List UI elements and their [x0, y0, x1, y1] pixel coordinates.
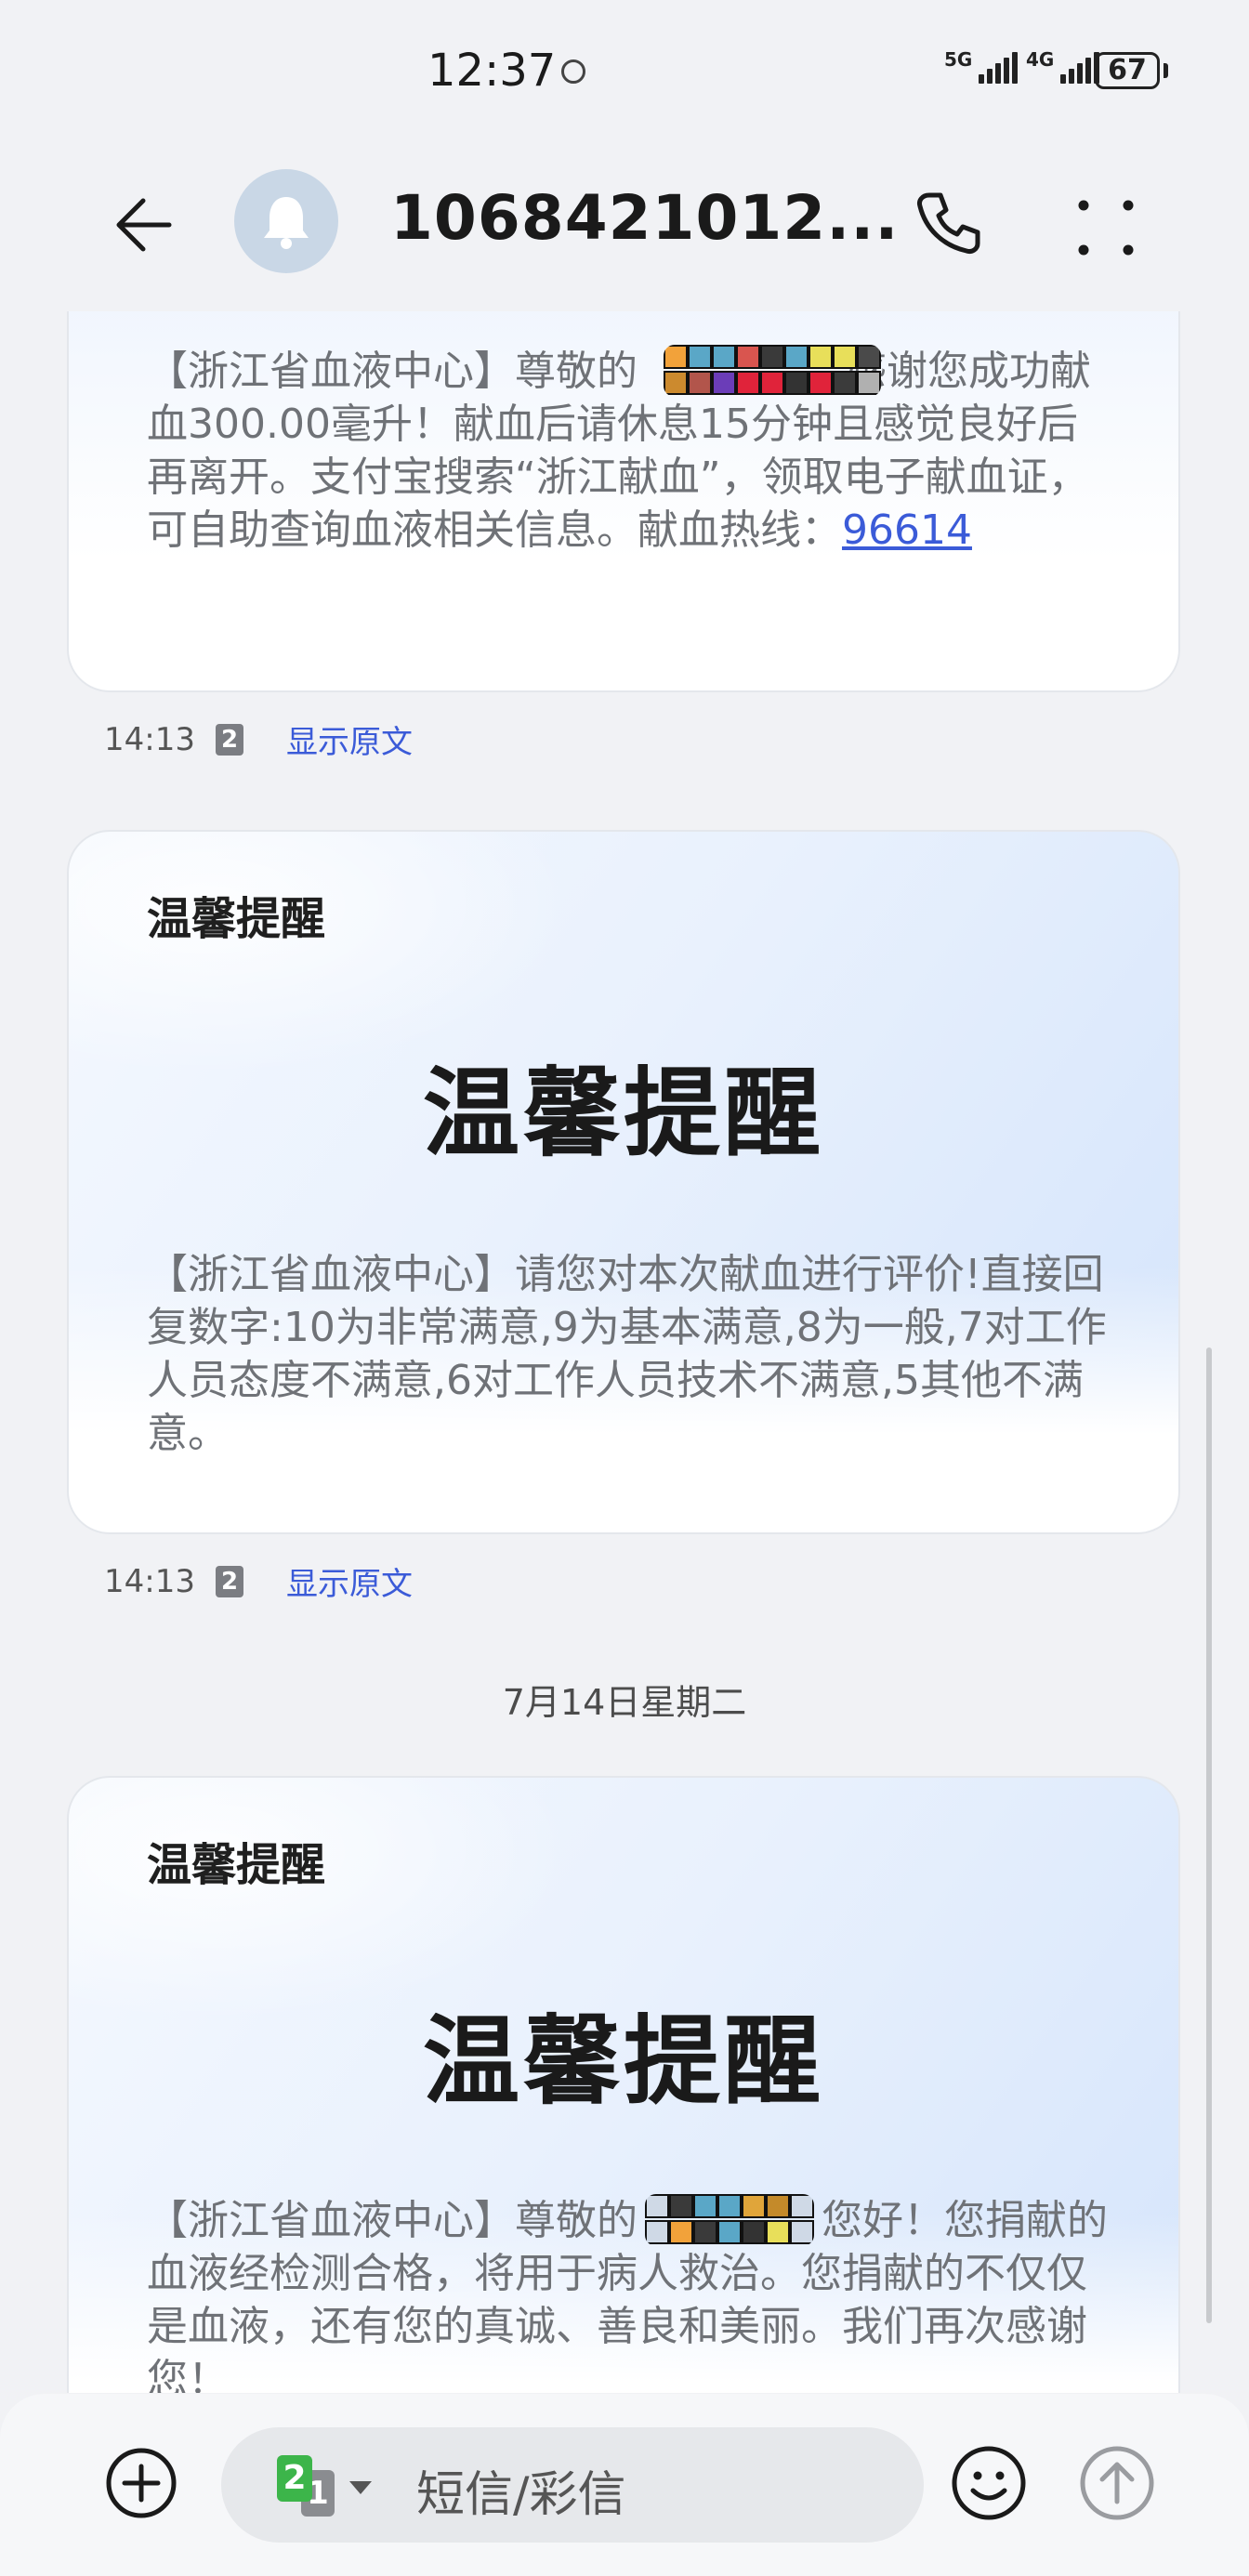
alarm-icon	[561, 59, 585, 84]
message-text: 【浙江省血液中心】尊敬的 感谢您成功献血300.00毫升！献血后请休息15分钟且感…	[147, 348, 1091, 554]
send-icon[interactable]	[1078, 2444, 1156, 2522]
scrollbar[interactable]	[1206, 1347, 1212, 2323]
show-original-link[interactable]: 显示原文	[286, 1558, 413, 1604]
add-attachment-icon[interactable]	[104, 2446, 178, 2520]
conversation-header: 1068421012...	[0, 149, 1249, 311]
card-label: 温馨提醒	[147, 893, 326, 945]
back-arrow-icon[interactable]	[102, 188, 177, 262]
message-bubble[interactable]: 【浙江省血液中心】尊敬的 感谢您成功献血300.00毫升！献血后请休息15分钟且感…	[67, 311, 1180, 692]
battery-icon: 67	[1095, 52, 1160, 89]
input-placeholder: 短信/彩信	[416, 2467, 626, 2523]
hotline-link[interactable]: 96614	[842, 506, 972, 554]
message-time: 14:13	[104, 720, 195, 758]
battery-tip	[1164, 63, 1168, 78]
chevron-down-icon	[349, 2481, 372, 2494]
message-meta: 14:13 2 显示原文	[104, 1558, 413, 1604]
card-headline: 温馨提醒	[422, 2004, 824, 2118]
status-bar: 12:37 5G 4G 67	[0, 0, 1249, 149]
composer-bar: 1 2 短信/彩信	[0, 2394, 1249, 2576]
avatar[interactable]	[234, 169, 338, 273]
message-text: 【浙江省血液中心】请您对本次献血进行评价!直接回复数字:10为非常满意,9为基本…	[147, 1251, 1107, 1457]
card-label: 温馨提醒	[147, 1839, 326, 1891]
sim2-signal-icon: 4G	[1026, 48, 1100, 84]
card-headline: 温馨提醒	[422, 1057, 824, 1170]
sim-badge: 2	[215, 723, 243, 756]
redacted-name	[664, 345, 881, 397]
message-list[interactable]: 【浙江省血液中心】尊敬的 感谢您成功献血300.00毫升！献血后请休息15分钟且感…	[0, 311, 1249, 2393]
sim1-network-label: 5G	[944, 48, 973, 71]
message-time: 14:13	[104, 1562, 195, 1600]
rich-message-card[interactable]: 温馨提醒 温馨提醒 【浙江省血液中心】请您对本次献血进行评价!直接回复数字:10…	[67, 830, 1180, 1534]
sim2-badge: 2	[277, 2455, 312, 2502]
more-options-icon[interactable]	[1069, 191, 1143, 265]
redacted-name	[645, 2194, 814, 2246]
status-time: 12:37	[427, 45, 557, 97]
date-separator: 7月14日星期二	[502, 1682, 747, 1723]
phone-icon[interactable]	[911, 186, 985, 260]
sender-title: 1068421012...	[390, 182, 900, 254]
sim-selector[interactable]: 1 2	[277, 2455, 372, 2520]
emoji-icon[interactable]	[950, 2444, 1028, 2522]
message-meta: 14:13 2 显示原文	[104, 716, 413, 762]
sim-badge: 2	[215, 1565, 243, 1597]
sim1-signal-icon: 5G	[944, 48, 1019, 84]
message-text: 【浙江省血液中心】尊敬的 您好！您捐献的血液经检测合格，将用于病人救治。您捐献的不…	[147, 2197, 1108, 2393]
show-original-link[interactable]: 显示原文	[286, 716, 413, 762]
rich-message-card[interactable]: 温馨提醒 温馨提醒 【浙江省血液中心】尊敬的 您好！您捐献的血液经检测合格，将用于…	[67, 1776, 1180, 2393]
message-input[interactable]: 1 2 短信/彩信	[221, 2427, 924, 2543]
bell-icon	[264, 197, 309, 249]
sim2-network-label: 4G	[1026, 48, 1055, 71]
